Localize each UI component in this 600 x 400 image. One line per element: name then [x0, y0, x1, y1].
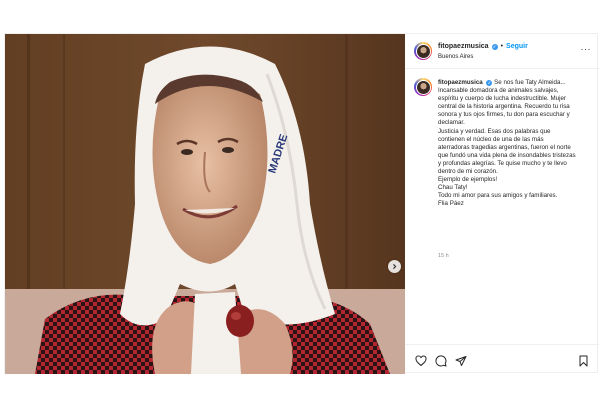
header-user-row: fitopaezmusica ✓ • Seguir	[438, 43, 528, 50]
follow-button[interactable]: Seguir	[506, 43, 528, 50]
caption-line: Ejemplo de ejemplos!	[438, 176, 498, 184]
separator-dot: •	[500, 43, 504, 50]
caption-first-line: fitopaezmusica ✓ Se nos fue Taty Almeida…	[438, 79, 596, 87]
caption-avatar[interactable]	[414, 78, 432, 96]
post-timestamp[interactable]: 15 h	[438, 253, 449, 259]
comment-button[interactable]	[435, 354, 447, 372]
caption-line: contienen el núcleo de una de las más	[438, 135, 544, 143]
caption-line: Incansable domadora de animales salvajes…	[438, 87, 559, 95]
caption-line: sonora y tus ojos firmes, tu don para es…	[438, 111, 570, 119]
caption-line: aterradoras tragedias argentinas, fueron…	[438, 143, 571, 151]
comment-icon	[435, 355, 447, 367]
location-link[interactable]: Buenos Aires	[438, 54, 473, 60]
avatar[interactable]	[414, 42, 432, 60]
heart-icon	[415, 355, 427, 367]
username-link[interactable]: fitopaezmusica	[438, 43, 489, 50]
post-caption: fitopaezmusica ✓ Se nos fue Taty Almeida…	[438, 79, 596, 209]
caption-line: Se nos fue Taty Almeida...	[494, 79, 566, 86]
caption-line: declamar.	[438, 119, 465, 127]
caption-line: Justicia y verdad. Esas dos palabras que	[438, 127, 551, 135]
verified-badge-icon: ✓	[486, 80, 493, 86]
post-sidebar: fitopaezmusica ✓ • Seguir Buenos Aires ·…	[405, 34, 599, 374]
next-photo-button[interactable]	[388, 260, 401, 273]
caption-line: espíritu y cuerpo de lucha indestructibl…	[438, 95, 566, 103]
chevron-right-icon	[393, 264, 397, 269]
post-photo[interactable]: MADRE	[5, 34, 405, 374]
caption-line: y profundas alegrías. Te quise mucho y t…	[438, 159, 567, 167]
caption-line: dentro de mi corazón.	[438, 168, 498, 176]
caption-line: Todo mi amor para sus amigos y familiare…	[438, 192, 558, 200]
save-button[interactable]	[578, 354, 589, 372]
instagram-post: MADRE fitopaezmusica ✓ • Seguir Buenos A…	[4, 33, 599, 374]
bookmark-icon	[579, 355, 588, 367]
verified-badge-icon: ✓	[491, 43, 498, 50]
post-photo-image: MADRE	[5, 34, 405, 374]
caption-line: que fundó una vida plena de insondables …	[438, 151, 576, 159]
caption-line: central de la historia argentina. Recuer…	[438, 103, 570, 111]
share-button[interactable]	[455, 354, 467, 372]
send-icon	[455, 356, 467, 366]
caption-line: Flia Páez	[438, 200, 464, 208]
like-button[interactable]	[415, 354, 427, 372]
caption-username-link[interactable]: fitopaezmusica	[438, 79, 483, 86]
caption-line: Chau Taty!	[438, 184, 468, 192]
more-options-button[interactable]: ···	[581, 44, 592, 54]
action-bar	[405, 344, 599, 374]
post-header: fitopaezmusica ✓ • Seguir Buenos Aires ·…	[405, 34, 599, 69]
